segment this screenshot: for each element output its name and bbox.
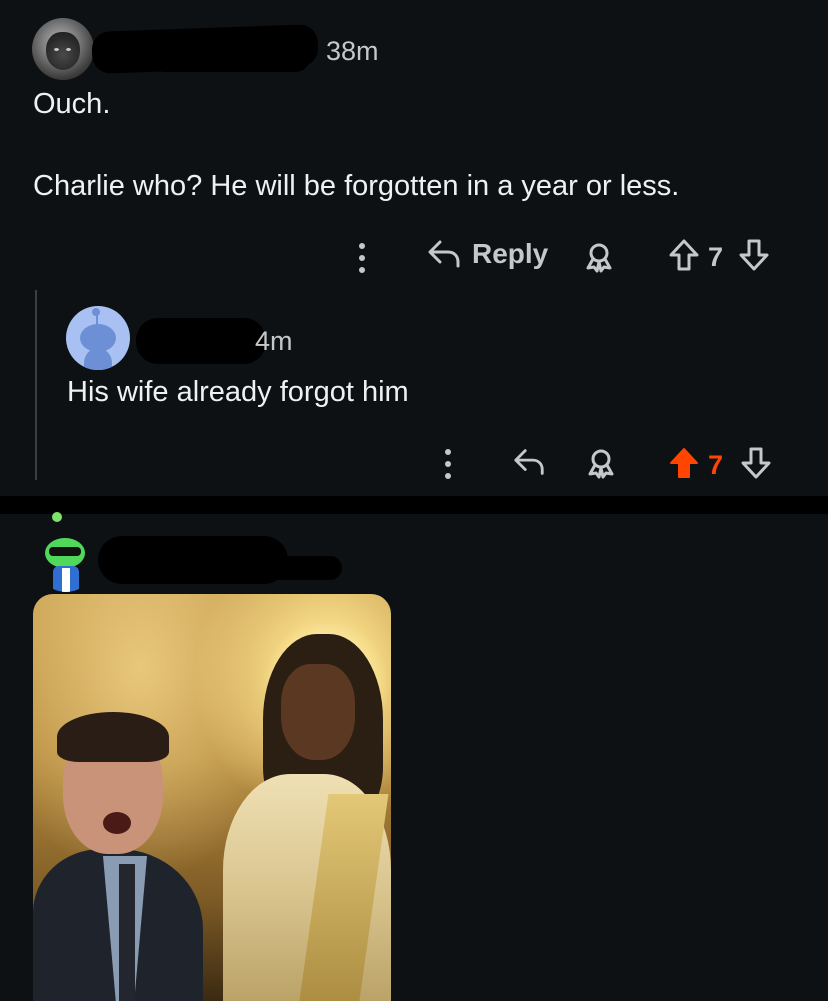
reply-button[interactable]: Reply — [426, 238, 548, 270]
thread-line[interactable] — [35, 290, 37, 480]
reply-arrow-icon — [514, 449, 544, 475]
redacted-username-extra — [250, 556, 342, 580]
avatar-shirt — [62, 568, 70, 592]
image-man-hair — [57, 712, 169, 762]
reply-timestamp: 4m — [255, 326, 293, 356]
redacted-username-extra — [150, 42, 310, 72]
upvote-button-active[interactable] — [668, 446, 700, 480]
comment-timestamp: 38m — [326, 36, 379, 66]
avatar-eye — [66, 48, 71, 51]
upvote-arrow-icon — [670, 448, 698, 478]
more-options-button[interactable] — [352, 240, 372, 276]
image-man-tie — [119, 864, 135, 1001]
user-avatar-alien[interactable] — [37, 534, 95, 592]
reply-text: His wife already forgot him — [67, 376, 409, 408]
comment-text-line-1: Ouch. — [33, 88, 111, 120]
avatar-eye — [54, 48, 59, 51]
reply-button[interactable] — [512, 446, 546, 478]
comment-text-line-2: Charlie who? He will be forgotten in a y… — [33, 170, 680, 202]
online-status-icon — [52, 512, 62, 522]
downvote-button[interactable] — [740, 446, 772, 480]
award-icon — [586, 243, 612, 273]
image-figure-face — [281, 664, 355, 760]
user-avatar-gorilla[interactable] — [32, 18, 94, 80]
reply-arrow-icon — [428, 240, 460, 268]
downvote-arrow-icon — [739, 239, 769, 271]
user-avatar-snoo[interactable] — [66, 306, 130, 370]
more-options-icon — [445, 449, 451, 479]
comment-thread-page: 38m Ouch. Charlie who? He will be forgot… — [0, 0, 828, 1001]
vote-count: 7 — [708, 242, 724, 272]
more-options-button[interactable] — [438, 446, 458, 482]
comment-divider — [0, 496, 828, 514]
avatar-face — [46, 32, 80, 70]
image-man-mouth — [103, 812, 131, 834]
more-options-icon — [359, 243, 365, 273]
vote-count: 7 — [708, 450, 724, 480]
upvote-button[interactable] — [668, 238, 700, 272]
comment-image[interactable] — [33, 594, 391, 1001]
sunglasses-icon — [49, 547, 81, 556]
award-button[interactable] — [582, 240, 616, 274]
redacted-username — [136, 318, 266, 364]
upvote-arrow-icon — [669, 239, 699, 271]
downvote-arrow-icon — [741, 447, 771, 479]
downvote-button[interactable] — [738, 238, 770, 272]
avatar-body — [84, 348, 112, 370]
reply-button-label: Reply — [472, 238, 549, 269]
comment-top-level — [0, 0, 828, 496]
award-button[interactable] — [584, 446, 618, 480]
award-icon — [588, 449, 614, 479]
